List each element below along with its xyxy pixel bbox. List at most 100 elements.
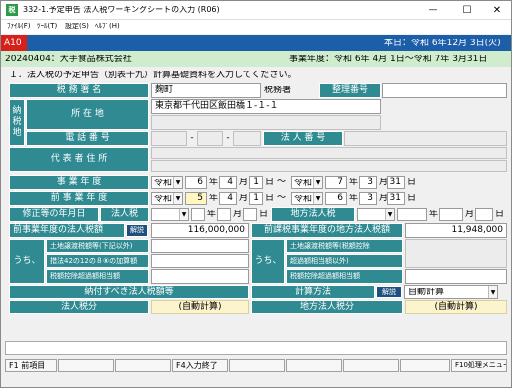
amend-chiho-day[interactable]: [475, 208, 493, 221]
amend-chiho-year[interactable]: [397, 208, 427, 221]
unit-day: 日: [259, 210, 269, 219]
calc-method-select[interactable]: 自動計算 ▼: [404, 285, 498, 299]
uchi-row1-amount[interactable]: [151, 239, 249, 253]
uchi-row3-amount[interactable]: [151, 269, 249, 284]
chevron-down-icon: ▼: [313, 193, 322, 204]
title-bar: 税 332-1.予定申告 法人税ワーキングシートの入力 (R06) — ☐ ✕: [1, 1, 511, 20]
company-row: 20240404：大手食品株式会社 事業年度：令和 6年 4月 1日〜令和 7年…: [1, 51, 511, 67]
amend-chiho-era[interactable]: ▼: [357, 208, 395, 221]
menu-settings[interactable]: 設定(S): [65, 23, 89, 30]
prev-end-era[interactable]: 令和 ▼: [291, 192, 323, 205]
unit-day: 日: [495, 210, 505, 219]
fiscal-end-day[interactable]: 31: [387, 176, 405, 189]
unit-month: 月: [465, 210, 475, 219]
uchi-right-row12-amount[interactable]: [405, 239, 507, 268]
menu-help[interactable]: ﾍﾙﾌﾟ(H): [95, 23, 120, 30]
unit-year: 年: [349, 194, 359, 203]
close-button[interactable]: ✕: [485, 3, 509, 18]
phone-part2[interactable]: [197, 131, 223, 146]
amend-houjin-era[interactable]: ▼: [151, 208, 189, 221]
phone-part1[interactable]: [151, 131, 187, 146]
unit-year: 年: [349, 178, 359, 187]
phone-part3[interactable]: [233, 131, 261, 146]
prev-start-day[interactable]: 1: [249, 192, 263, 205]
maximize-button[interactable]: ☐: [455, 3, 479, 18]
rep-address-line2[interactable]: [151, 160, 507, 172]
prev-chiho-tax-amount[interactable]: 11,948,000: [405, 223, 507, 238]
chevron-down-icon: ▼: [488, 286, 497, 298]
amend-houjin-month[interactable]: [217, 208, 231, 221]
unit-month: 月: [239, 194, 249, 203]
fiscal-start-month[interactable]: 4: [219, 176, 237, 189]
fiscal-end-year[interactable]: 7: [325, 176, 347, 189]
prev-tax-label: 前事業年度の法人税額: [9, 223, 125, 238]
tax-office-label: 税 務 署 名: [9, 83, 149, 98]
prev-tax-amount[interactable]: 116,000,000: [151, 223, 249, 238]
uchi-row2-amount[interactable]: [151, 254, 249, 268]
fiscal-end-era[interactable]: 令和 ▼: [291, 176, 323, 189]
uchi-row2-label: 措法42の12の８⑧の加算額: [46, 254, 149, 268]
corp-number-input[interactable]: [344, 131, 507, 146]
prev-end-day[interactable]: 31: [387, 192, 405, 205]
uchi-row1-label: 土地譲渡税額等(下記以外): [46, 239, 149, 253]
prev-end-month[interactable]: 3: [359, 192, 377, 205]
amend-chiho-month[interactable]: [439, 208, 463, 221]
prev-start-month[interactable]: 4: [219, 192, 237, 205]
reg-number-input[interactable]: [382, 83, 507, 98]
f6-button[interactable]: [286, 359, 342, 372]
address-line1[interactable]: 東京都千代田区飯田橋１-１-１: [151, 99, 381, 114]
prev-tax-help-button[interactable]: 解説: [126, 224, 148, 237]
phone-sep2: -: [226, 133, 230, 143]
range-sep: 〜: [277, 178, 287, 187]
prev-start-year[interactable]: 5: [185, 192, 207, 205]
uchi-right-row3-amount[interactable]: [405, 269, 507, 284]
chiho-portion-value: (自動計算): [405, 300, 507, 314]
window-title: 332-1.予定申告 法人税ワーキングシートの入力 (R06): [23, 6, 220, 14]
nozeichi-group-label: 納 税 地: [9, 99, 25, 146]
f10-menu-button[interactable]: F10処理メニュー: [451, 359, 507, 372]
menu-file[interactable]: ﾌｧｲﾙ(F): [7, 23, 31, 30]
minimize-button[interactable]: —: [421, 3, 445, 18]
chiho-portion-label: 地方法人税分: [251, 300, 403, 314]
amend-date-label: 修正等の年月日: [9, 207, 99, 222]
chevron-down-icon: ▼: [313, 177, 322, 188]
f7-button[interactable]: [343, 359, 399, 372]
f1-prev-item-button[interactable]: F1 前項目: [5, 359, 57, 372]
unit-day: 日: [407, 178, 417, 187]
uchi-right-row1-label: 土地譲渡税額等(税額控除: [286, 239, 403, 253]
fiscal-start-year[interactable]: 6: [185, 176, 207, 189]
uchi-left-label: うち、: [9, 239, 45, 284]
fiscal-end-month[interactable]: 3: [359, 176, 377, 189]
unit-month: 月: [233, 210, 243, 219]
payable-tax-label: 納付すべき法人税額等: [9, 285, 249, 299]
f3-button[interactable]: [115, 359, 171, 372]
calc-method-help-button[interactable]: 解説: [376, 286, 402, 298]
amend-houjin-day[interactable]: [243, 208, 257, 221]
rep-address-label: 代 表 者 住 所: [9, 147, 149, 172]
unit-day: 日: [407, 194, 417, 203]
instruction-text: １．法人税の予定申告（別表十九）計算基礎資料を入力してください。: [9, 71, 297, 80]
corp-number-label: 法 人 番 号: [263, 131, 343, 146]
unit-day: 日: [265, 194, 275, 203]
range-sep: 〜: [277, 194, 287, 203]
fiscal-start-era[interactable]: 令和 ▼: [151, 176, 183, 189]
f8-button[interactable]: [400, 359, 450, 372]
f4-finish-button[interactable]: F4入力終了: [172, 359, 228, 372]
rep-address-line1[interactable]: [151, 147, 507, 159]
amend-houjin-year[interactable]: [191, 208, 205, 221]
fiscal-year-label: 事 業 年 度: [9, 175, 149, 190]
fiscal-start-day[interactable]: 1: [249, 176, 263, 189]
amend-chiho-label: 地方法人税: [271, 207, 355, 222]
prev-start-era[interactable]: 令和 ▼: [151, 192, 183, 205]
address-line2[interactable]: [151, 115, 381, 130]
screen-code: A10: [1, 35, 27, 51]
uchi-row3-label: 税額控除超過額相当額: [46, 269, 149, 284]
f2-button[interactable]: [58, 359, 114, 372]
phone-sep1: -: [190, 133, 194, 143]
uchi-right-label: うち、: [251, 239, 285, 284]
tax-office-input[interactable]: 麹町: [151, 83, 261, 98]
prev-end-year[interactable]: 6: [325, 192, 347, 205]
f5-button[interactable]: [229, 359, 285, 372]
uchi-right-row3-label: 税額控除超過額相当額: [286, 269, 403, 284]
menu-tools[interactable]: ﾂｰﾙ(T): [37, 23, 57, 30]
